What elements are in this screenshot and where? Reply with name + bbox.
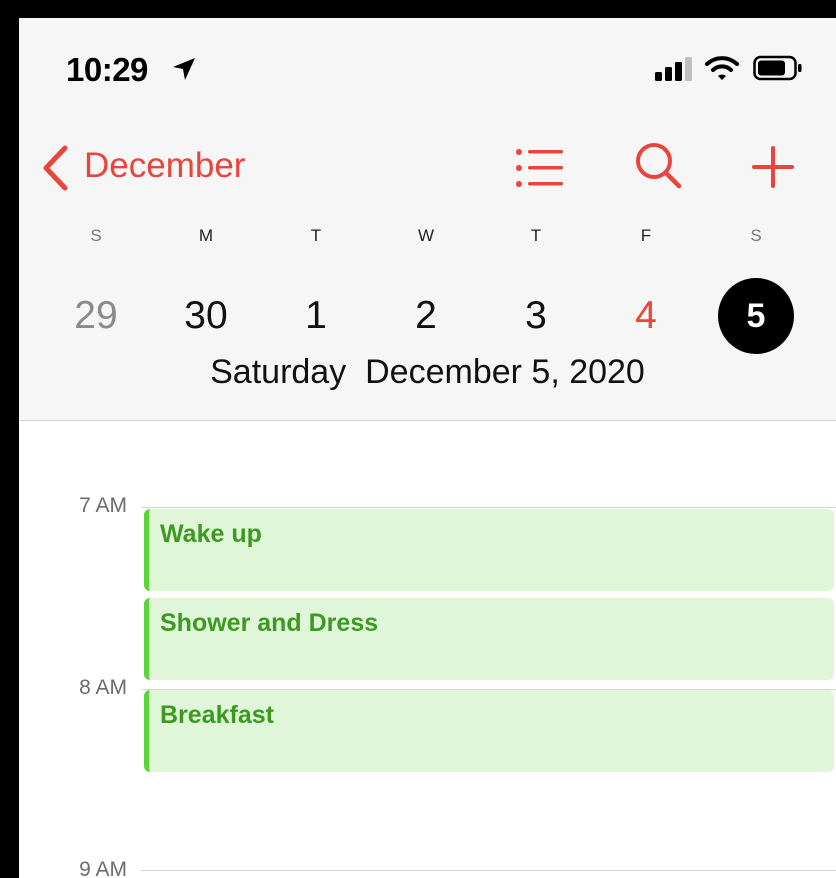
status-time: 10:29 (66, 51, 148, 88)
back-to-month-button[interactable]: December (84, 146, 245, 186)
weekday-label: T (530, 226, 542, 245)
list-view-icon[interactable] (515, 146, 565, 190)
hour-label: 7 AM (79, 494, 127, 517)
hour-label: 8 AM (79, 676, 127, 699)
selected-date: December 5, 2020 (365, 353, 645, 391)
search-icon[interactable] (633, 140, 683, 190)
date-cell[interactable]: 3 (498, 278, 574, 354)
wifi-icon (705, 56, 739, 80)
event-title: Breakfast (160, 701, 274, 729)
date-cell[interactable]: 29 (58, 278, 134, 354)
hour-line (141, 870, 836, 871)
weekday-label: T (310, 226, 322, 245)
event-block[interactable]: Shower and Dress (144, 598, 834, 680)
hour-line (141, 507, 836, 508)
hour-label: 9 AM (79, 858, 127, 878)
selected-weekday: Saturday (210, 353, 347, 391)
weekday-label: S (90, 226, 102, 245)
weekday-label: M (198, 226, 214, 245)
weekday-label: W (417, 226, 435, 245)
chevron-left-icon[interactable] (41, 145, 69, 191)
date-cell[interactable]: 2 (388, 278, 464, 354)
day-timeline[interactable]: 7 AM 8 AM 9 AM Wake up Shower and Dress … (19, 421, 836, 878)
battery-icon (753, 55, 802, 81)
device-frame: 10:29 December S M T W T F S 29 30 1 2 3… (0, 0, 836, 878)
location-arrow-icon (173, 58, 195, 80)
date-cell-selected[interactable]: 5 (718, 278, 794, 354)
weekday-label: F (640, 226, 652, 245)
date-cell[interactable]: 30 (168, 278, 244, 354)
date-cell[interactable]: 1 (278, 278, 354, 354)
date-cell-today[interactable]: 4 (608, 278, 684, 354)
add-event-icon[interactable] (752, 146, 794, 188)
calendar-screen: 10:29 December S M T W T F S 29 30 1 2 3… (19, 18, 836, 878)
selected-full-date: Saturday December 5, 2020 (19, 353, 836, 392)
event-block[interactable]: Breakfast (144, 690, 834, 772)
event-title: Shower and Dress (160, 609, 379, 637)
weekday-label: S (750, 226, 762, 245)
cellular-signal-icon (655, 57, 692, 81)
event-block[interactable]: Wake up (144, 509, 834, 591)
event-title: Wake up (160, 520, 262, 548)
